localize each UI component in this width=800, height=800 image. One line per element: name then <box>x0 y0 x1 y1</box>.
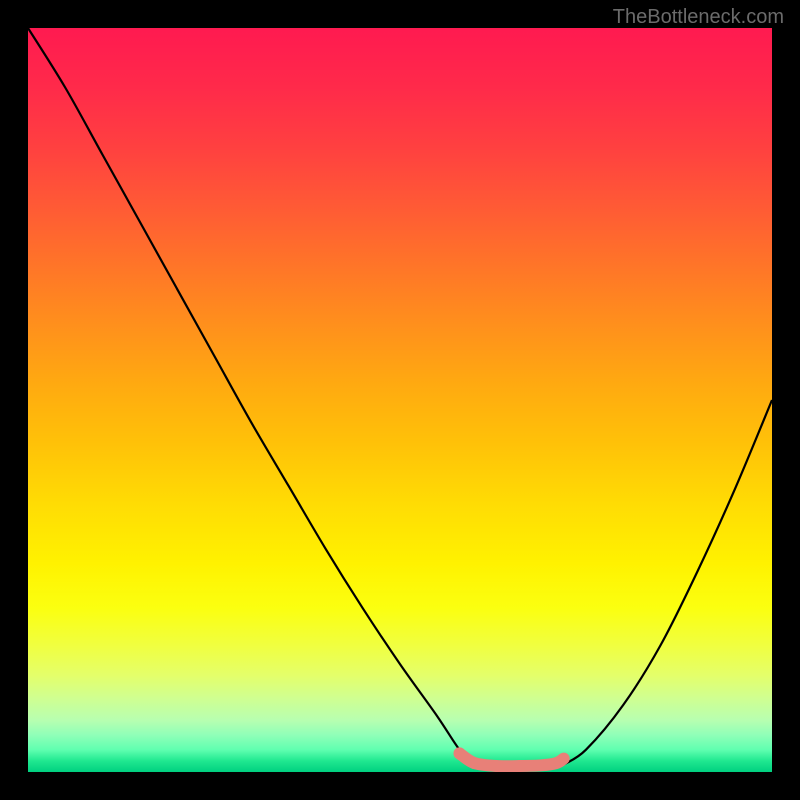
chart-svg <box>28 28 772 772</box>
chart-plot-area <box>28 28 772 772</box>
left-curve-line <box>28 28 474 765</box>
watermark-text: TheBottleneck.com <box>613 6 784 29</box>
right-curve-line <box>564 400 772 765</box>
highlight-dot-left2 <box>468 757 480 769</box>
highlight-dot-left <box>454 747 466 759</box>
